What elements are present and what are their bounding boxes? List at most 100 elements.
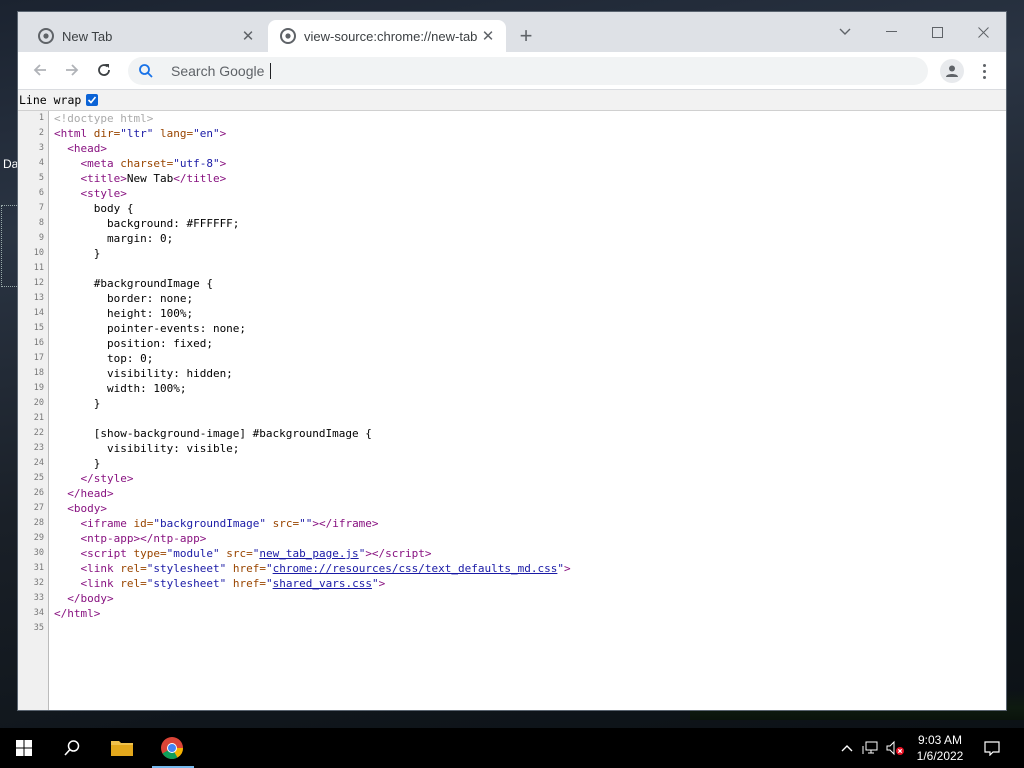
source-line: 10 } (18, 246, 1006, 261)
line-number: 15 (33, 323, 44, 333)
tab-strip: New Tab ✕ view-source:chrome://new-tab-p… (18, 12, 1006, 52)
line-number: 11 (33, 263, 44, 273)
maximize-button[interactable] (914, 18, 960, 46)
line-content: <ntp-app></ntp-app> (80, 532, 207, 545)
profile-button[interactable] (940, 59, 964, 83)
line-number: 24 (33, 458, 44, 468)
line-number: 32 (33, 578, 44, 588)
line-content: position: fixed; (54, 337, 213, 350)
line-number: 27 (33, 503, 44, 513)
window-close-button[interactable] (960, 18, 1006, 46)
line-number: 10 (33, 248, 44, 258)
line-number: 3 (38, 143, 44, 153)
line-number: 13 (33, 293, 44, 303)
line-content: top: 0; (54, 352, 154, 365)
source-line: 26 </head> (18, 486, 1006, 501)
source-link[interactable]: chrome://resources/css/text_defaults_md.… (273, 562, 558, 575)
line-content: background: #FFFFFF; (54, 217, 240, 230)
address-bar[interactable]: Search Google (128, 57, 928, 85)
source-line: 23 visibility: visible; (18, 441, 1006, 456)
line-number: 21 (33, 413, 44, 423)
desktop-icon-label: Da (3, 157, 19, 171)
forward-button[interactable] (60, 58, 84, 82)
reload-button[interactable] (92, 58, 116, 82)
line-content: <body> (67, 502, 107, 515)
browser-menu-button[interactable] (974, 59, 994, 83)
line-number: 18 (33, 368, 44, 378)
source-line: 12 #backgroundImage { (18, 276, 1006, 291)
source-line: 21 (18, 411, 1006, 426)
source-line: 20 } (18, 396, 1006, 411)
close-icon[interactable]: ✕ (238, 26, 258, 46)
line-number: 9 (38, 233, 44, 243)
source-line: 17 top: 0; (18, 351, 1006, 366)
line-wrap-bar: Line wrap (18, 90, 1006, 111)
line-content: border: none; (54, 292, 194, 305)
line-content: <link rel="stylesheet" href="shared_vars… (80, 577, 386, 590)
line-number: 33 (33, 593, 44, 603)
line-number: 7 (38, 203, 44, 213)
close-icon[interactable]: ✕ (478, 26, 498, 46)
line-number: 8 (38, 218, 44, 228)
tab-label: view-source:chrome://new-tab-p (304, 28, 478, 44)
tab-view-source[interactable]: view-source:chrome://new-tab-p ✕ (268, 20, 506, 52)
taskbar-clock[interactable]: 9:03 AM 1/6/2022 (912, 732, 968, 764)
line-content: <iframe id="backgroundImage" src=""></if… (80, 517, 379, 530)
browser-window: New Tab ✕ view-source:chrome://new-tab-p… (18, 12, 1006, 710)
taskbar: 9:03 AM 1/6/2022 (0, 728, 1024, 768)
source-line: 28 <iframe id="backgroundImage" src=""><… (18, 516, 1006, 531)
source-line: 25 </style> (18, 471, 1006, 486)
line-content: } (54, 457, 101, 470)
new-tab-button[interactable]: + (514, 23, 538, 48)
tab-new-tab[interactable]: New Tab ✕ (26, 20, 266, 52)
source-line: 6 <style> (18, 186, 1006, 201)
clock-date: 1/6/2022 (916, 749, 964, 763)
person-icon (946, 65, 958, 77)
line-wrap-label: Line wrap (19, 93, 82, 107)
line-number: 26 (33, 488, 44, 498)
start-button[interactable] (0, 728, 48, 768)
source-line: 9 margin: 0; (18, 231, 1006, 246)
back-button[interactable] (28, 58, 52, 82)
file-explorer-button[interactable] (100, 728, 144, 768)
source-link[interactable]: new_tab_page.js (259, 547, 358, 560)
source-link[interactable]: shared_vars.css (273, 577, 372, 590)
source-line: 15 pointer-events: none; (18, 321, 1006, 336)
line-content: </body> (67, 592, 114, 605)
line-number: 1 (38, 113, 44, 123)
line-content: <head> (67, 142, 107, 155)
minimize-button[interactable] (868, 18, 914, 46)
line-number: 12 (33, 278, 44, 288)
line-content: visibility: hidden; (54, 367, 233, 380)
chrome-icon (280, 28, 296, 44)
source-line: 22 [show-background-image] #backgroundIm… (18, 426, 1006, 441)
search-icon (64, 740, 80, 756)
network-icon[interactable] (860, 728, 882, 768)
line-content: margin: 0; (54, 232, 174, 245)
volume-muted-icon[interactable] (884, 728, 906, 768)
browser-toolbar: Search Google (18, 52, 1006, 90)
line-content: #backgroundImage { (54, 277, 213, 290)
show-hidden-icons-button[interactable] (838, 728, 856, 768)
search-icon (139, 64, 153, 78)
line-wrap-checkbox[interactable] (86, 94, 99, 106)
taskbar-search-button[interactable] (48, 728, 96, 768)
desktop-edge: Da (0, 0, 19, 718)
source-line: 1 <!doctype html> (18, 111, 1006, 126)
tab-search-icon[interactable] (822, 18, 868, 46)
line-content: height: 100%; (54, 307, 194, 320)
notification-icon (984, 741, 1000, 756)
source-code: 1 <!doctype html> 2 <html dir="ltr" lang="e… (18, 111, 1006, 636)
source-line: 13 border: none; (18, 291, 1006, 306)
windows-icon (16, 740, 32, 756)
line-number: 28 (33, 518, 44, 528)
source-line: 27 <body> (18, 501, 1006, 516)
line-content: <script type="module" src="new_tab_page.… (80, 547, 432, 560)
line-number: 5 (38, 173, 44, 183)
chrome-taskbar-button[interactable] (150, 728, 194, 768)
line-number: 23 (33, 443, 44, 453)
notifications-button[interactable] (978, 728, 1006, 768)
line-content: pointer-events: none; (54, 322, 247, 335)
line-number: 31 (33, 563, 44, 573)
line-content: } (54, 247, 101, 260)
